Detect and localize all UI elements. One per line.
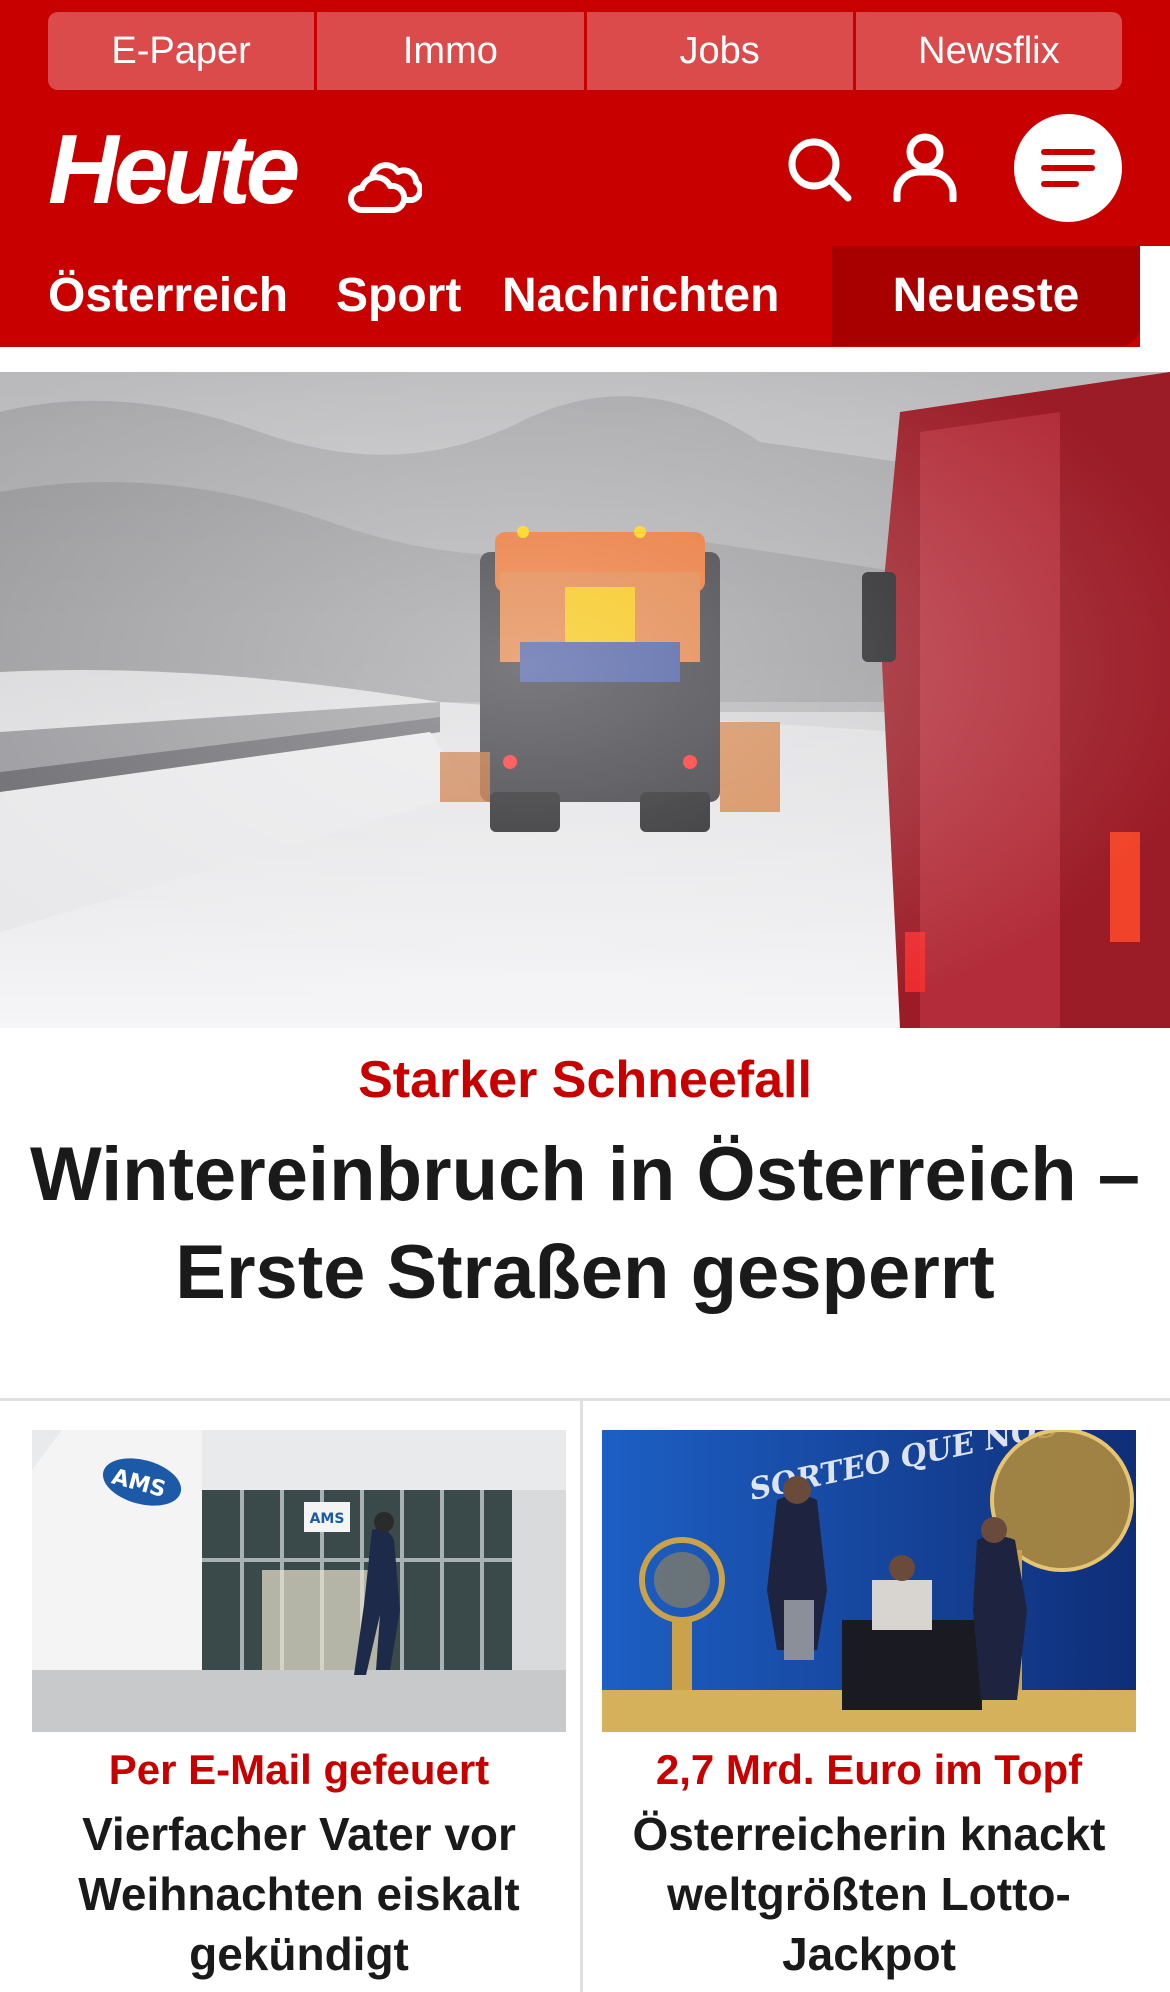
cloud-weather-icon[interactable] — [346, 148, 422, 218]
menu-button[interactable] — [1014, 114, 1122, 222]
hero-kicker: Starker Schneefall — [358, 1051, 812, 1109]
nav-scroll-edge — [1140, 246, 1170, 347]
search-icon[interactable] — [786, 136, 852, 202]
topbar-link-immo[interactable]: Immo — [317, 12, 587, 90]
section-divider — [0, 1398, 1170, 1401]
top-links-bar: E-Paper Immo Jobs Newsflix — [48, 12, 1122, 90]
topbar-link-epaper[interactable]: E-Paper — [48, 12, 318, 90]
topbar-link-jobs[interactable]: Jobs — [586, 12, 856, 90]
site-header: E-Paper Immo Jobs Newsflix Heute Österre… — [0, 0, 1170, 347]
article-card-ams[interactable]: AMS AMS Per E-Mail gefeuert Vierfacher V… — [32, 1430, 566, 1984]
menu-icon — [1041, 149, 1095, 187]
nav-item-oesterreich[interactable]: Österreich — [48, 246, 288, 346]
article-image-ams-building[interactable]: AMS AMS — [32, 1430, 566, 1732]
nav-item-neueste[interactable]: Neueste — [832, 246, 1140, 346]
column-divider — [580, 1400, 583, 1992]
site-logo[interactable]: Heute — [48, 120, 300, 218]
card-kicker: 2,7 Mrd. Euro im Topf — [655, 1746, 1083, 1793]
card-headline[interactable]: Vierfacher Vater vor Weihnachten eiskalt… — [32, 1804, 566, 1984]
card-kicker: Per E-Mail gefeuert — [108, 1746, 490, 1793]
nav-item-nachrichten[interactable]: Nachrichten — [502, 246, 779, 346]
article-card-lotto[interactable]: SORTEO QUE NOS UNE 2,7 Mrd. Euro im Topf… — [602, 1430, 1136, 1984]
hero-headline[interactable]: Wintereinbruch in Österreich – Erste Str… — [30, 1126, 1140, 1322]
ams-sign-small: AMS — [310, 1511, 345, 1527]
user-icon[interactable] — [892, 132, 958, 202]
main-nav: Österreich Sport Nachrichten Neueste — [0, 246, 1170, 346]
topbar-link-newsflix[interactable]: Newsflix — [855, 12, 1122, 90]
hero-image-snowplow[interactable] — [0, 372, 1170, 1028]
card-headline[interactable]: Österreicherin knackt weltgrößten Lotto-… — [602, 1804, 1136, 1984]
nav-item-sport[interactable]: Sport — [336, 246, 461, 346]
article-image-lottery-draw[interactable]: SORTEO QUE NOS UNE — [602, 1430, 1136, 1732]
